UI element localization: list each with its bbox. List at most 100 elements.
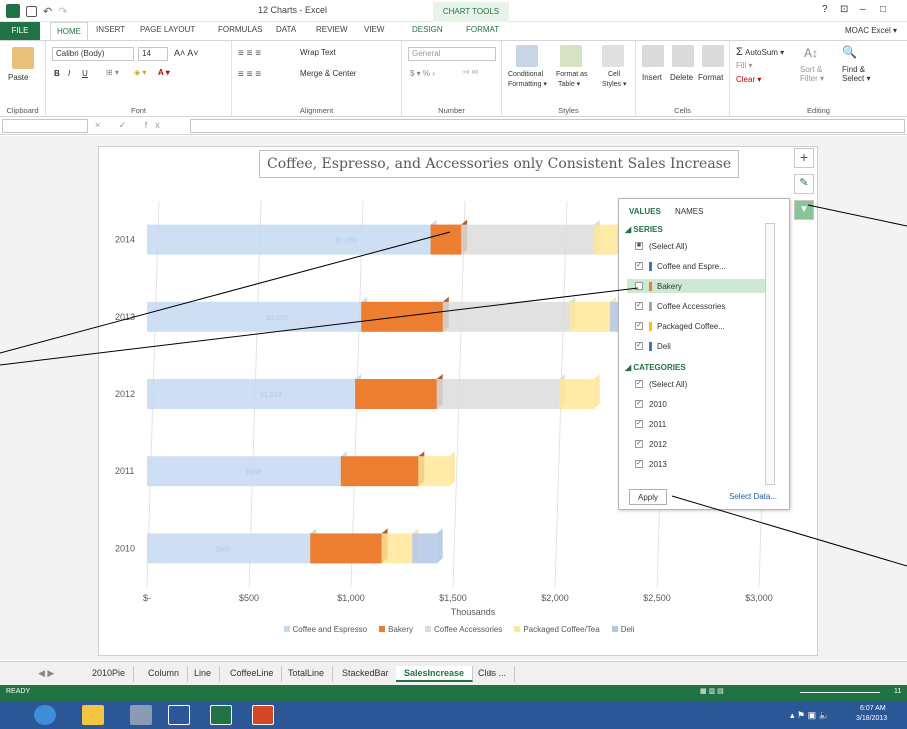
bar-segment[interactable]	[355, 379, 437, 409]
help-button[interactable]: ?	[822, 4, 828, 15]
category-checkbox[interactable]: ✓	[635, 380, 643, 388]
tab-names[interactable]: NAMES	[675, 207, 703, 216]
format-cells-icon[interactable]	[702, 45, 724, 67]
tab-format[interactable]: FORMAT	[466, 25, 499, 34]
restore-button[interactable]: □	[880, 4, 886, 15]
sort-filter-icon[interactable]: A↕	[804, 46, 818, 60]
bar-segment[interactable]	[147, 224, 431, 255]
series-filter-item[interactable]: ✓ Deli	[635, 339, 671, 353]
legend-item[interactable]: Bakery	[379, 625, 413, 634]
tab-file[interactable]: FILE	[0, 22, 40, 40]
align-top-icon[interactable]: ≡ ≡ ≡	[238, 48, 261, 59]
binoculars-icon[interactable]: 🔍	[842, 45, 857, 59]
fill-color-icon[interactable]: ◈ ▾	[134, 68, 146, 77]
clear-button[interactable]: Clear ▾	[736, 75, 761, 84]
tab-view[interactable]: VIEW	[364, 25, 384, 34]
series-checkbox[interactable]: ✓	[635, 322, 643, 330]
series-filter-item[interactable]: ✓ Coffee and Espre...	[635, 259, 726, 273]
bar-segment[interactable]	[430, 224, 462, 255]
series-checkbox[interactable]	[635, 282, 643, 290]
category-checkbox[interactable]: ✓	[635, 400, 643, 408]
bar-segment[interactable]	[147, 301, 362, 332]
new-sheet-button[interactable]: ⊕	[478, 666, 502, 682]
category-checkbox[interactable]: ✓	[635, 440, 643, 448]
chart-styles-button[interactable]: ✎	[794, 174, 814, 194]
save-icon[interactable]	[26, 5, 37, 17]
cell-styles-icon[interactable]	[602, 45, 624, 67]
series-checkbox[interactable]: ✓	[635, 302, 643, 310]
paste-icon[interactable]	[12, 47, 34, 69]
chart-filters-button[interactable]: ▼	[794, 200, 814, 220]
sheet-nav-buttons[interactable]: ◀ ▶	[30, 666, 62, 682]
decimal-buttons[interactable]: ⁺⁰ ⁰⁰	[462, 69, 478, 78]
file-explorer-icon[interactable]	[82, 705, 104, 725]
autosum-button[interactable]: Σ AutoSum ▾	[736, 46, 784, 58]
tray-icons[interactable]: ▴ ⚑ ▣ 🔈	[790, 710, 830, 721]
bar-segment[interactable]	[559, 379, 594, 409]
legend-item[interactable]: Coffee Accessories	[425, 625, 502, 634]
legend-item[interactable]: Packaged Coffee/Tea	[514, 625, 600, 634]
bar-segment[interactable]	[147, 456, 341, 487]
sheet-tab[interactable]: 2010Pie	[84, 666, 135, 682]
bar-segment[interactable]	[381, 533, 413, 564]
bold-button[interactable]: B	[54, 69, 60, 78]
legend-item[interactable]: Deli	[611, 625, 634, 634]
legend-item[interactable]: Coffee and Espresso	[283, 625, 367, 634]
tab-page-layout[interactable]: PAGE LAYOUT	[140, 25, 195, 34]
align-left-icon[interactable]: ≡ ≡ ≡	[238, 69, 261, 80]
italic-button[interactable]: I	[68, 69, 70, 78]
control-panel-icon[interactable]	[130, 705, 152, 725]
category-filter-item[interactable]: ✓ 2013	[635, 457, 667, 471]
series-checkbox[interactable]: ✓	[635, 342, 643, 350]
conditional-formatting-icon[interactable]	[516, 45, 538, 67]
select-data-link[interactable]: Select Data...	[729, 492, 777, 501]
view-buttons[interactable]: ▦ ▥ ▤	[700, 687, 724, 695]
bar-segment[interactable]	[436, 379, 560, 409]
series-filter-item[interactable]: Bakery	[627, 279, 767, 293]
ribbon-display-button[interactable]: ⊡	[840, 4, 848, 15]
series-checkbox[interactable]: ✓	[635, 262, 643, 270]
zoom-level[interactable]: 11	[894, 688, 901, 695]
category-filter-item[interactable]: ✓ (Select All)	[635, 377, 687, 391]
delete-cells-icon[interactable]	[672, 45, 694, 67]
format-as-table-icon[interactable]	[560, 45, 582, 67]
formula-input[interactable]	[190, 119, 905, 133]
bar-segment[interactable]	[569, 301, 611, 332]
tab-review[interactable]: REVIEW	[316, 25, 348, 34]
series-checkbox[interactable]: ■	[635, 242, 643, 250]
powerpoint-icon[interactable]	[252, 705, 274, 725]
borders-icon[interactable]: ⊞ ▾	[106, 68, 119, 77]
tab-design[interactable]: DESIGN	[412, 25, 443, 34]
minimize-button[interactable]: –	[860, 4, 866, 15]
tab-home[interactable]: HOME	[50, 22, 88, 40]
currency-button[interactable]: $ ▾ % ›	[410, 69, 435, 78]
category-filter-item[interactable]: ✓ 2011	[635, 417, 666, 431]
series-filter-item[interactable]: ■ (Select All)	[635, 239, 687, 253]
sheet-tab[interactable]: StackedBar	[334, 666, 398, 682]
category-checkbox[interactable]: ✓	[635, 420, 643, 428]
zoom-slider[interactable]	[800, 692, 880, 693]
category-filter-item[interactable]: ✓ 2012	[635, 437, 667, 451]
number-format-select[interactable]: General	[408, 47, 496, 61]
font-family-select[interactable]: Calibri (Body)	[52, 47, 134, 61]
formula-buttons[interactable]: × ✓ fx	[95, 120, 168, 131]
category-checkbox[interactable]: ✓	[635, 460, 643, 468]
font-color-icon[interactable]: A ▾	[158, 68, 170, 77]
category-filter-item[interactable]: ✓ 2010	[635, 397, 667, 411]
name-box[interactable]	[2, 119, 88, 133]
merge-center-button[interactable]: Merge & Center	[300, 69, 356, 78]
font-size-select[interactable]: 14	[138, 47, 168, 61]
chart-elements-button[interactable]: +	[794, 148, 814, 168]
bar-segment[interactable]	[340, 456, 419, 487]
sheet-tab[interactable]: Column	[140, 666, 189, 682]
bar-segment[interactable]	[418, 456, 449, 487]
tab-formulas[interactable]: FORMULAS	[218, 25, 262, 34]
bar-segment[interactable]	[147, 379, 356, 409]
sheet-tab[interactable]: CoffeeLine	[222, 666, 283, 682]
insert-cells-icon[interactable]	[642, 45, 664, 67]
tab-data[interactable]: DATA	[276, 25, 296, 34]
bar-segment[interactable]	[442, 301, 570, 332]
bar-segment[interactable]	[361, 301, 443, 332]
series-filter-item[interactable]: ✓ Coffee Accessories	[635, 299, 725, 313]
apply-button[interactable]: Apply	[629, 489, 667, 505]
